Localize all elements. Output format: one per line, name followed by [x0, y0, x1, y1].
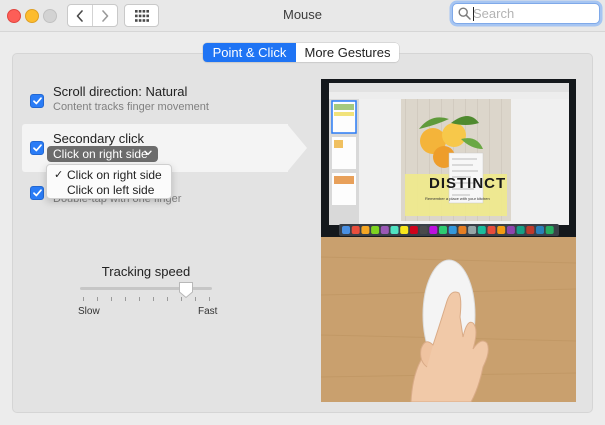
slider-tick	[97, 297, 98, 301]
tab-more-gestures[interactable]: More Gestures	[296, 43, 399, 62]
checkmark-icon	[32, 144, 42, 152]
scroll-direction-title: Scroll direction: Natural	[53, 84, 188, 99]
menu-checkmark-icon: ✓	[54, 169, 64, 181]
tracking-speed-label: Tracking speed	[101, 264, 191, 279]
dock-app-icon	[400, 226, 409, 234]
checkmark-icon	[32, 97, 42, 105]
tab-point-and-click[interactable]: Point & Click	[203, 43, 296, 62]
checkmark-icon	[32, 189, 42, 197]
gesture-preview-video: DISTINCT Remember a place with your kitc…	[321, 79, 576, 402]
dock-app-icon	[477, 226, 486, 234]
menu-item-right-side[interactable]: ✓ Click on right side	[47, 168, 171, 182]
dock-app-icon	[516, 226, 525, 234]
dock-app-icon	[371, 226, 380, 234]
tab-bar: Point & Click More Gestures	[203, 43, 399, 62]
poster-headline: DISTINCT	[429, 175, 507, 192]
dock-app-icon	[439, 226, 447, 234]
dock-app-icon	[536, 226, 544, 234]
secondary-click-popup[interactable]: Click on right side	[47, 146, 158, 162]
menu-item-label: Click on left side	[67, 183, 155, 197]
dock-app-icon	[380, 226, 389, 234]
scroll-direction-subtitle: Content tracks finger movement	[53, 101, 209, 113]
preview-desk	[321, 237, 576, 402]
dock-app-icon	[351, 226, 360, 234]
dock-app-icon	[487, 226, 496, 234]
dock-app-icon	[429, 226, 438, 234]
slider-tick	[125, 297, 126, 301]
search-input[interactable]	[473, 6, 593, 21]
dock-app-icon	[506, 226, 515, 234]
title-bar: Mouse	[0, 0, 605, 32]
slider-tick	[111, 297, 112, 301]
dock-app-icon	[497, 226, 506, 234]
dock-app-icon	[545, 226, 554, 234]
tracking-speed-thumb[interactable]	[178, 281, 194, 299]
slider-max-label: Fast	[198, 306, 218, 317]
dock-app-icon	[526, 226, 535, 234]
scroll-direction-checkbox[interactable]	[30, 94, 44, 108]
smart-zoom-checkbox[interactable]	[30, 186, 44, 200]
search-icon	[458, 7, 471, 20]
slider-tick	[139, 297, 140, 301]
dock-app-icon	[458, 226, 467, 234]
dock-app-icon	[468, 226, 477, 234]
popup-selected-value: Click on right side	[53, 147, 148, 161]
secondary-click-menu: ✓ Click on right side Click on left side	[46, 164, 172, 199]
dock-app-icon	[361, 226, 370, 234]
dock-app-icon	[448, 226, 457, 234]
slider-tick	[209, 297, 210, 301]
slider-tick	[153, 297, 154, 301]
dock-app-icon	[342, 226, 350, 234]
search-field[interactable]	[452, 3, 600, 24]
menu-item-left-side[interactable]: Click on left side	[47, 183, 171, 197]
preview-screen	[321, 79, 576, 237]
chevron-down-icon	[144, 150, 152, 156]
secondary-click-checkbox[interactable]	[30, 141, 44, 155]
dock-app-icon	[409, 226, 418, 234]
slider-min-label: Slow	[78, 306, 100, 317]
secondary-click-title: Secondary click	[53, 131, 145, 146]
dock-app-icon	[419, 226, 428, 234]
menu-item-label: Click on right side	[67, 168, 162, 182]
slider-tick	[167, 297, 168, 301]
slider-tick	[195, 297, 196, 301]
slider-tick	[83, 297, 84, 301]
poster-tagline: Remember a place with your kitchen	[425, 196, 490, 201]
dock-app-icon	[390, 226, 399, 234]
